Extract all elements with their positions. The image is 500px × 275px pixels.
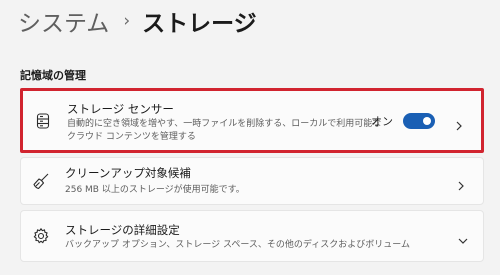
advanced-storage-settings-card[interactable]: ストレージの詳細設定 バックアップ オプション、ストレージ スペース、その他のデ…	[20, 210, 484, 262]
toggle-knob	[423, 116, 431, 125]
storage-sense-card[interactable]: ストレージ センサー 自動的に空き領域を増やす、一時ファイルを削除する、ローカル…	[20, 88, 484, 153]
toggle-state-label: オン	[371, 114, 393, 128]
breadcrumb-separator: ›	[123, 11, 131, 31]
cleanup-recommendations-description: 256 MB 以上のストレージが使用可能です。	[65, 185, 245, 195]
section-header-storage-management: 記憶域の管理	[20, 69, 86, 82]
chevron-right-icon[interactable]	[454, 116, 464, 130]
storage-sense-toggle[interactable]	[403, 112, 435, 129]
gear-icon	[32, 227, 50, 245]
storage-sense-description: 自動的に空き領域を増やす、一時ファイルを削除する、ローカルで利用可能なクラウド …	[67, 119, 382, 142]
cleanup-recommendations-card[interactable]: クリーンアップ対象候補 256 MB 以上のストレージが使用可能です。	[20, 157, 484, 205]
chevron-right-icon[interactable]	[456, 176, 466, 191]
storage-sense-title: ストレージ センサー	[67, 102, 174, 116]
cleanup-recommendations-title: クリーンアップ対象候補	[65, 166, 191, 180]
storage-drive-icon	[34, 112, 52, 130]
advanced-storage-settings-description: バックアップ オプション、ストレージ スペース、その他のディスクおよびボリューム	[65, 240, 411, 250]
advanced-storage-settings-title: ストレージの詳細設定	[65, 223, 180, 237]
chevron-down-icon[interactable]	[458, 231, 468, 244]
breadcrumb: システム › ストレージ	[18, 4, 257, 38]
page-title: ストレージ	[142, 11, 257, 37]
broom-icon	[32, 172, 50, 190]
storage-sense-toggle-group: オン	[371, 112, 435, 129]
breadcrumb-system-link[interactable]: システム	[18, 4, 109, 38]
